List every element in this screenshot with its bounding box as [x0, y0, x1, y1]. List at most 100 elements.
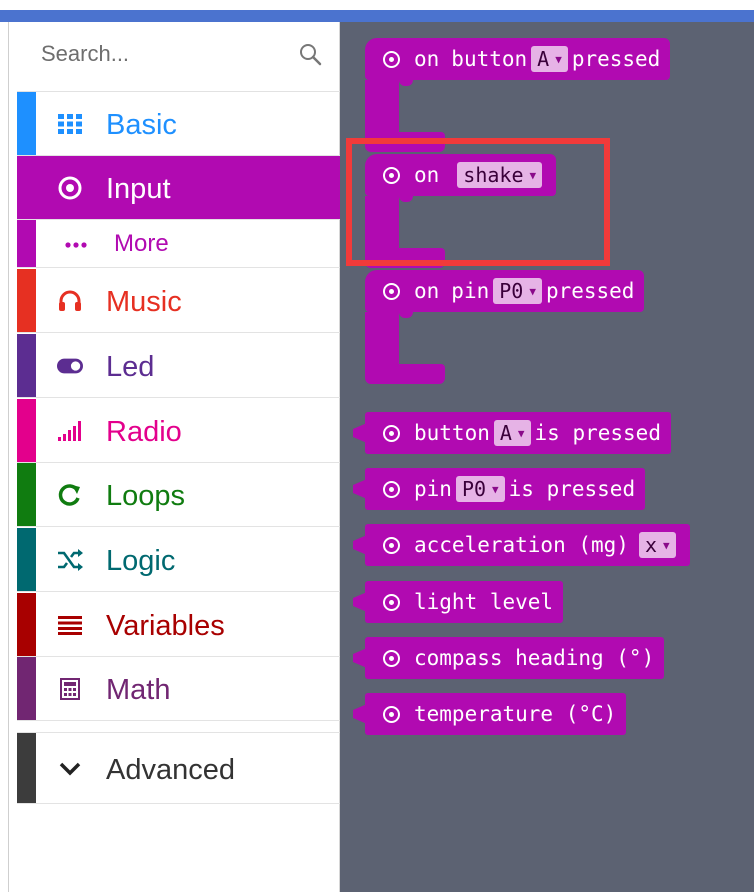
dots-icon — [63, 232, 89, 258]
dropdown-value: A — [499, 421, 512, 445]
target-icon — [383, 705, 400, 723]
block-text-button: button — [414, 421, 490, 445]
category-label-led: Led — [106, 351, 155, 383]
block-text-pressed: pressed — [571, 47, 661, 71]
caret-icon: ▼ — [517, 426, 525, 440]
category-label-radio: Radio — [106, 416, 182, 448]
block-text-pin: pin — [451, 279, 490, 303]
category-color-bar — [17, 269, 36, 332]
category-label-music: Music — [106, 286, 182, 318]
category-radio[interactable]: Radio — [17, 399, 340, 463]
button-dropdown[interactable]: A ▼ — [531, 46, 568, 72]
category-input[interactable]: Input — [17, 156, 340, 220]
dropdown-value: A — [537, 47, 550, 71]
calculator-icon — [57, 676, 83, 702]
headphones-icon — [57, 288, 83, 314]
block-body — [365, 312, 399, 364]
block-output-tab — [353, 648, 367, 668]
category-label-math: Math — [106, 674, 171, 706]
block-head: on pin P0 ▼ pressed — [365, 270, 645, 312]
block-compass-heading[interactable]: compass heading (°) — [353, 637, 665, 679]
pin-dropdown[interactable]: P0 ▼ — [455, 476, 505, 502]
dropdown-value: x — [644, 533, 657, 557]
category-color-bar — [17, 733, 36, 803]
category-logic[interactable]: Logic — [17, 528, 340, 592]
category-input-more[interactable]: More — [17, 220, 340, 268]
block-text-is-pressed: is pressed — [508, 477, 636, 501]
category-loops[interactable]: Loops — [17, 463, 340, 527]
refresh-icon — [57, 482, 83, 508]
block-notch — [399, 312, 413, 318]
category-color-bar — [17, 657, 36, 720]
category-label-basic: Basic — [106, 109, 177, 141]
category-label-advanced: Advanced — [106, 754, 235, 786]
category-color-bar — [17, 220, 36, 267]
pin-dropdown[interactable]: P0 ▼ — [493, 278, 542, 304]
search-input[interactable] — [41, 38, 271, 70]
target-icon — [383, 282, 400, 300]
category-math[interactable]: Math — [17, 657, 340, 721]
block-output-tab — [353, 423, 367, 443]
dropdown-value: P0 — [461, 477, 487, 501]
caret-icon: ▼ — [555, 52, 562, 66]
target-icon — [383, 536, 400, 554]
top-accent-stripe — [0, 10, 754, 22]
block-pin-is-pressed[interactable]: pin P0 ▼ is pressed — [353, 468, 646, 510]
category-color-bar — [17, 463, 36, 526]
target-icon — [383, 593, 400, 611]
block-text-temperature: temperature (°C) — [414, 702, 617, 726]
block-text-acceleration: acceleration (mg) — [414, 533, 629, 557]
caret-icon: ▼ — [492, 482, 499, 496]
caret-icon: ▼ — [529, 284, 536, 298]
category-color-bar — [17, 593, 36, 656]
magnifier-icon[interactable] — [298, 42, 322, 66]
block-notch — [399, 80, 413, 86]
block-text-on: on — [414, 47, 440, 71]
list-icon — [57, 612, 83, 638]
target-icon — [383, 480, 400, 498]
category-led[interactable]: Led — [17, 334, 340, 398]
block-text-light-level: light level — [414, 590, 554, 614]
block-head: on button A ▼ pressed — [365, 38, 671, 80]
block-acceleration[interactable]: acceleration (mg) x ▼ — [353, 524, 690, 566]
chevron-down-icon — [57, 756, 83, 782]
block-text-pin: pin — [414, 477, 452, 501]
category-color-bar — [17, 92, 36, 155]
block-text-on: on — [414, 279, 440, 303]
block-temperature[interactable]: temperature (°C) — [353, 693, 627, 735]
target-icon — [383, 424, 400, 442]
target-icon — [57, 175, 83, 201]
search-box[interactable] — [17, 22, 340, 92]
category-music[interactable]: Music — [17, 269, 340, 333]
block-output-tab — [353, 479, 367, 499]
category-basic[interactable]: Basic — [17, 92, 340, 156]
category-color-bar — [17, 399, 36, 462]
signal-bars-icon — [57, 418, 83, 444]
caret-icon: ▼ — [662, 538, 670, 552]
left-edge — [0, 22, 9, 892]
category-color-bar — [17, 528, 36, 591]
block-text-button: button — [451, 47, 528, 71]
block-button-is-pressed[interactable]: button A ▼ is pressed — [353, 412, 671, 454]
block-text-compass-heading: compass heading (°) — [414, 646, 655, 670]
toggle-icon — [57, 353, 83, 379]
category-color-bar — [17, 334, 36, 397]
button-dropdown[interactable]: A ▼ — [493, 420, 531, 446]
shuffle-icon — [57, 547, 83, 573]
category-variables[interactable]: Variables — [17, 593, 340, 657]
axis-dropdown[interactable]: x ▼ — [638, 532, 676, 558]
target-icon — [383, 50, 400, 68]
target-icon — [383, 649, 400, 667]
category-advanced[interactable]: Advanced — [17, 732, 340, 804]
block-bottom — [365, 364, 445, 384]
highlight-box — [346, 138, 610, 266]
category-label-input: Input — [106, 173, 171, 205]
dropdown-value: P0 — [499, 279, 524, 303]
category-label-variables: Variables — [106, 610, 225, 642]
grid-icon — [57, 111, 83, 137]
category-color-bar — [17, 156, 36, 219]
category-label-loops: Loops — [106, 480, 186, 512]
category-label-more: More — [114, 230, 169, 257]
block-light-level[interactable]: light level — [353, 581, 564, 623]
block-text-is-pressed: is pressed — [534, 421, 661, 445]
